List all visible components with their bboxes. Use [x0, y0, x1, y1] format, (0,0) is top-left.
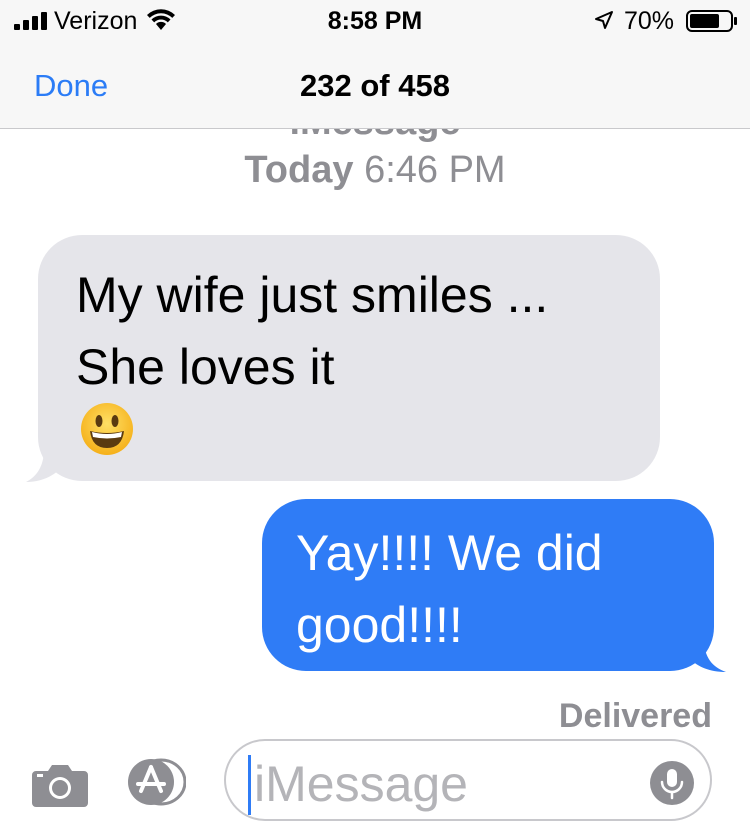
service-label: iMessage: [0, 129, 750, 144]
incoming-message-text: My wife just smiles ... She loves it: [76, 267, 549, 395]
camera-icon[interactable]: [30, 763, 90, 807]
microphone-icon[interactable]: [650, 761, 694, 805]
outgoing-bubble-tail: [690, 639, 726, 672]
timestamp-time: 6:46 PM: [364, 149, 506, 191]
battery-icon: [686, 10, 737, 32]
top-bar: Verizon 8:58 PM 70% Done 232 of 458: [0, 0, 750, 129]
app-store-icon[interactable]: [124, 757, 186, 807]
outgoing-message-bubble[interactable]: Yay!!!! We did good!!!!: [262, 499, 714, 671]
status-bar: Verizon 8:58 PM 70%: [0, 0, 750, 44]
battery-percent: 70%: [624, 7, 675, 35]
compose-bar: iMessage: [0, 729, 750, 828]
page-title: 232 of 458: [300, 68, 450, 103]
outgoing-message-text: Yay!!!! We did good!!!!: [296, 525, 603, 653]
message-thread[interactable]: iMessage Today 6:46 PM My wife just smil…: [0, 129, 750, 739]
location-arrow-icon: [595, 11, 613, 29]
message-input-placeholder: iMessage: [254, 756, 468, 812]
navigation-bar: Done 232 of 458: [0, 44, 750, 128]
incoming-bubble-tail: [26, 449, 66, 482]
text-cursor: [248, 755, 251, 815]
grinning-face-icon: [81, 403, 133, 455]
timestamp: Today 6:46 PM: [0, 149, 750, 192]
message-input[interactable]: iMessage: [224, 739, 712, 821]
timestamp-day: Today: [244, 149, 354, 191]
